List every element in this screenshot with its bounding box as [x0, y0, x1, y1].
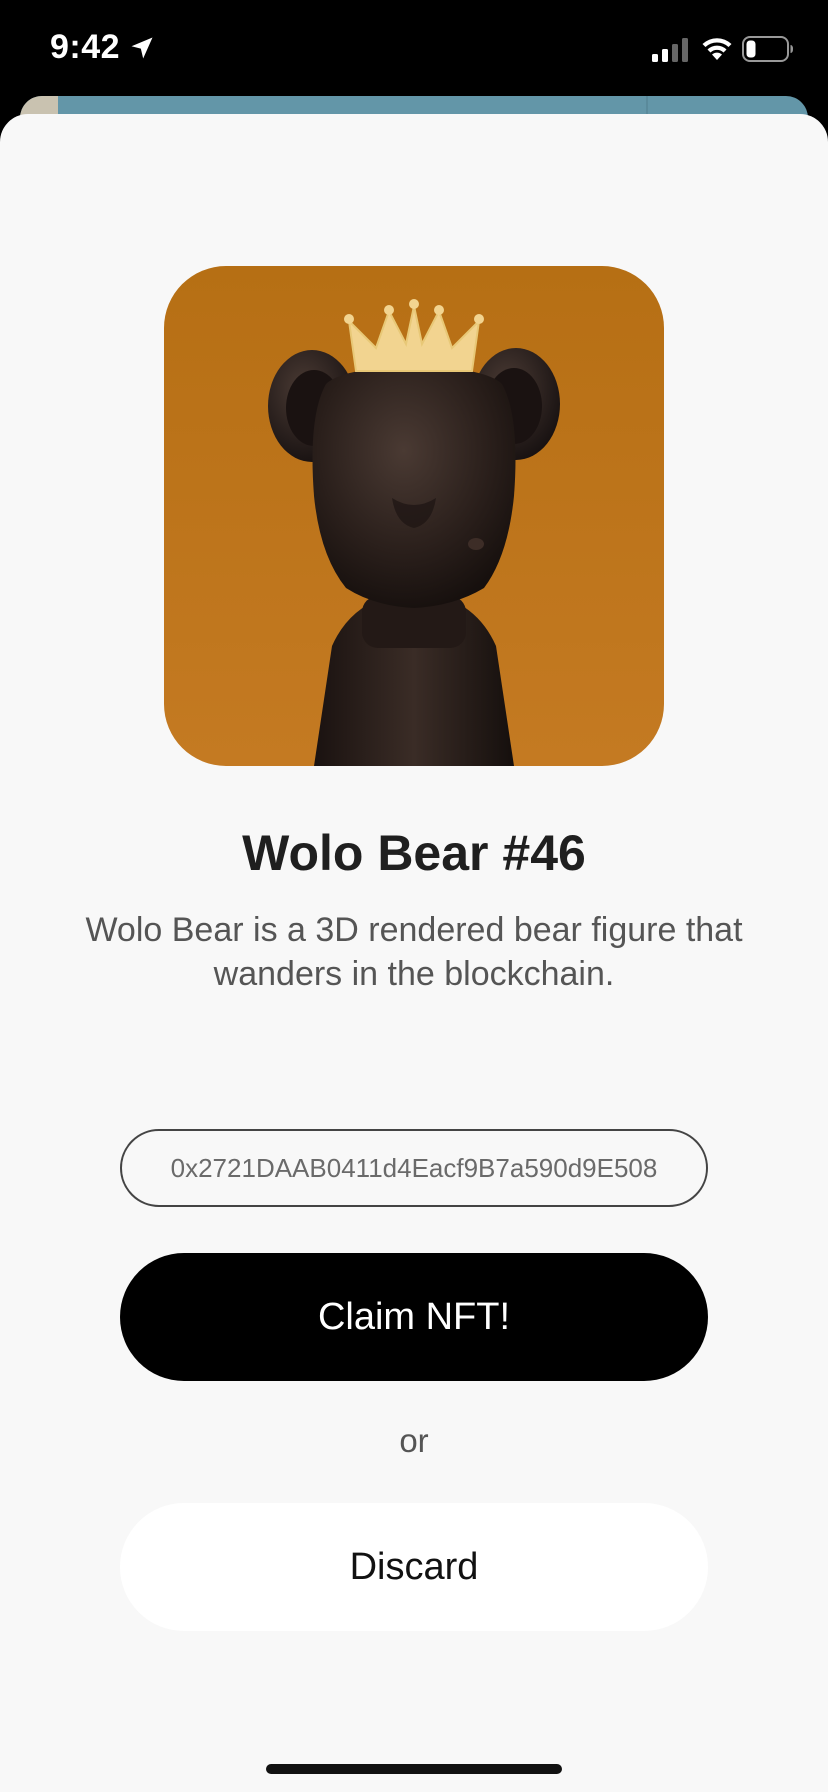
cellular-signal-icon — [652, 38, 688, 62]
status-time: 9:42 — [50, 28, 121, 66]
claim-nft-sheet: Wolo Bear #46 Wolo Bear is a 3D rendered… — [0, 114, 828, 1792]
status-bar: 9:42 — [0, 0, 828, 96]
nft-title: Wolo Bear #46 — [242, 825, 586, 881]
home-indicator[interactable] — [266, 1764, 562, 1774]
wolo-bear-artwork — [164, 266, 664, 766]
or-separator: or — [399, 1422, 429, 1459]
nft-description: Wolo Bear is a 3D rendered bear figure t… — [85, 911, 743, 993]
claim-nft-button[interactable]: Claim NFT! — [120, 1253, 708, 1381]
wallet-address-input[interactable] — [120, 1129, 708, 1207]
location-arrow-icon — [131, 37, 153, 59]
screen: 9:42 Wolo Bear #46 Wolo Bear is a 3D ren… — [0, 0, 828, 1792]
nft-image — [164, 266, 664, 766]
battery-icon — [742, 36, 793, 62]
discard-button[interactable]: Discard — [120, 1503, 708, 1631]
wifi-icon — [702, 38, 732, 60]
